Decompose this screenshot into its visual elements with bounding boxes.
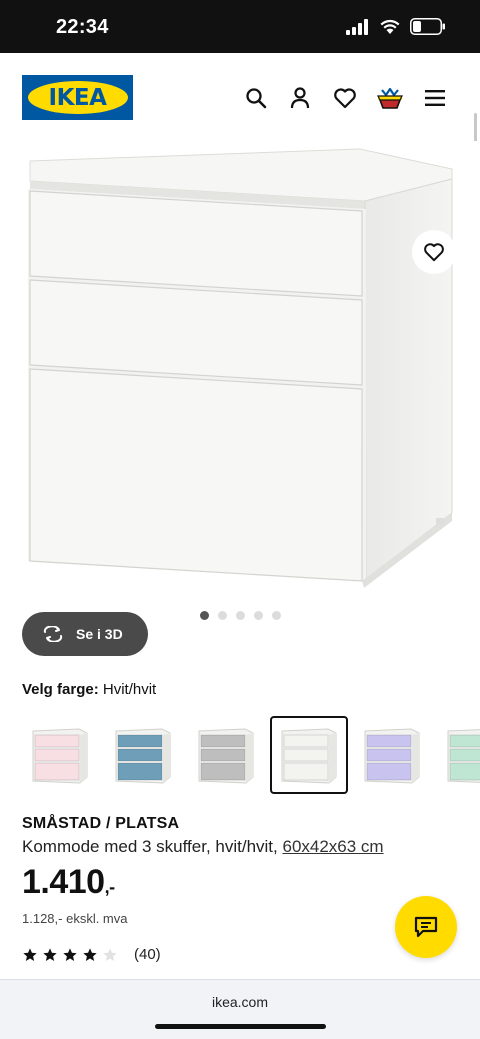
- product-description-text: Kommode med 3 skuffer, hvit/hvit,: [22, 837, 278, 856]
- star-filled-icon: [43, 947, 57, 961]
- status-time: 22:34: [56, 16, 109, 38]
- dresser-illustration: [28, 148, 453, 588]
- carousel-dot[interactable]: [254, 611, 263, 620]
- heart-icon: [424, 243, 444, 262]
- color-swatch[interactable]: [21, 716, 99, 794]
- signal-icon: [346, 18, 368, 35]
- chat-icon: [414, 916, 438, 938]
- view-3d-button[interactable]: Se i 3D: [22, 612, 148, 656]
- view-3d-label: Se i 3D: [76, 626, 123, 642]
- color-swatch-list: [22, 716, 480, 796]
- site-header: IKEA: [0, 53, 480, 143]
- logo-text: IKEA: [48, 84, 107, 111]
- star-empty-icon: [103, 947, 117, 961]
- price-suffix: ,-: [104, 877, 116, 897]
- product-description: Kommode med 3 skuffer, hvit/hvit, 60x42x…: [22, 837, 384, 857]
- color-swatch[interactable]: [104, 716, 182, 794]
- browser-address-bar[interactable]: ikea.com: [0, 979, 480, 1039]
- account-icon[interactable]: [287, 85, 313, 111]
- color-swatch[interactable]: [353, 716, 431, 794]
- status-icons: [346, 18, 446, 35]
- wifi-icon: [380, 19, 400, 34]
- url-text[interactable]: ikea.com: [0, 994, 480, 1010]
- swatch-dresser-thumbnail: [447, 729, 480, 783]
- rating-stars: [22, 947, 118, 963]
- ikea-logo[interactable]: IKEA: [22, 75, 133, 120]
- home-indicator[interactable]: [155, 1024, 326, 1029]
- star-filled-icon: [63, 947, 77, 961]
- color-swatch[interactable]: [187, 716, 265, 794]
- product-page: IKEA Se i 3D Velg farge: Hvit/hvit SMÅST…: [0, 53, 480, 1039]
- search-icon[interactable]: [243, 85, 269, 111]
- color-label-title: Velg farge:: [22, 681, 99, 698]
- heart-icon[interactable]: [332, 85, 358, 111]
- swatch-dresser-thumbnail: [198, 728, 254, 784]
- star-filled-icon: [83, 947, 97, 961]
- swatch-dresser-thumbnail: [32, 728, 88, 784]
- add-to-wishlist-button[interactable]: [412, 230, 456, 274]
- product-image[interactable]: Se i 3D: [0, 141, 480, 656]
- swatch-dresser-thumbnail: [364, 728, 420, 784]
- carousel-dot[interactable]: [218, 611, 227, 620]
- star-filled-icon: [23, 947, 37, 961]
- chat-button[interactable]: [395, 896, 457, 958]
- swatch-dresser-thumbnail: [281, 728, 337, 784]
- product-size-link[interactable]: 60x42x63 cm: [282, 837, 383, 856]
- carousel-dot[interactable]: [200, 611, 209, 620]
- carousel-dot[interactable]: [236, 611, 245, 620]
- product-name[interactable]: SMÅSTAD / PLATSA: [22, 815, 179, 833]
- menu-icon[interactable]: [422, 85, 448, 111]
- rating-count: (40): [134, 946, 161, 963]
- logo-oval: IKEA: [27, 81, 128, 114]
- basket-icon[interactable]: [377, 85, 403, 111]
- swatch-dresser-thumbnail: [115, 728, 171, 784]
- color-picker-label: Velg farge: Hvit/hvit: [22, 681, 156, 698]
- rotate-3d-icon: [43, 626, 63, 642]
- price-ex-vat: 1.128,- ekskl. mva: [22, 911, 128, 926]
- color-selected-value: Hvit/hvit: [102, 681, 157, 698]
- carousel-dots: [200, 611, 281, 620]
- product-price: 1.410,-: [22, 863, 115, 902]
- color-swatch[interactable]: [436, 716, 480, 794]
- color-swatch[interactable]: [270, 716, 348, 794]
- battery-icon: [410, 18, 445, 35]
- status-bar: 22:34: [0, 0, 480, 53]
- carousel-dot[interactable]: [272, 611, 281, 620]
- product-rating[interactable]: (40): [22, 946, 161, 963]
- price-value: 1.410: [22, 863, 105, 901]
